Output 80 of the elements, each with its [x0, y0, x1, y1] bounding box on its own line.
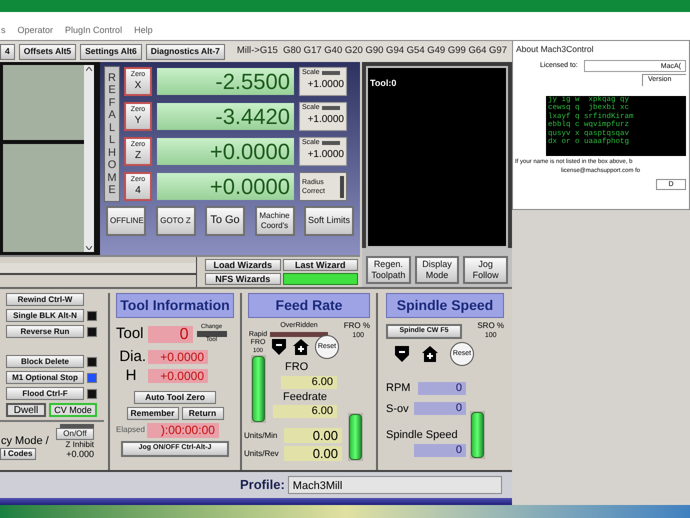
wizard-button[interactable] [282, 273, 358, 285]
units-per-min-label: Units/Min [244, 430, 278, 442]
fro-label: FRO [285, 360, 310, 375]
scroll-up-icon[interactable] [86, 67, 92, 71]
overridden-led [270, 332, 328, 336]
rpm-field: 0 [418, 382, 466, 395]
units-per-rev-field: 0.00 [284, 446, 342, 461]
diameter-field: +0.0000 [148, 350, 208, 364]
control-button[interactable]: Rewind Ctrl-W [6, 293, 84, 306]
profile-label: Profile: [240, 476, 285, 494]
elapsed-time-field: ):00:00:00 [146, 422, 219, 438]
mdi-input-field[interactable] [0, 263, 196, 275]
spindle-speed-label: Spindle Speed [386, 428, 459, 443]
height-field: +0.0000 [148, 368, 208, 382]
change-tool-led [196, 331, 227, 338]
tab[interactable]: 4 [0, 44, 15, 60]
fro-field: 6.00 [281, 376, 337, 388]
tool-label: Tool [116, 324, 144, 344]
wizard-button[interactable]: Last Wizard [282, 259, 358, 271]
plus-house-icon[interactable] [422, 346, 438, 362]
modal-status-text: Mill->G15 G80 G17 G40 G20 G90 G94 G54 G49 G99 G64 G97 [236, 44, 507, 58]
z-inhibit-label: Z Inhibit [66, 440, 94, 449]
minus-arrow-icon[interactable] [394, 345, 410, 363]
axis-position-field: +0.0000 [157, 173, 294, 200]
feedrate-field: 6.00 [273, 405, 337, 418]
codes-button[interactable]: l Codes [0, 448, 36, 460]
feedrate-label: Feedrate [283, 390, 328, 404]
z-inhibit-led [60, 424, 94, 428]
units-per-min-field: 0.00 [284, 428, 342, 443]
units-per-rev-label: Units/Rev [244, 448, 280, 460]
toolpath-tool-label: Tool:0 [370, 78, 396, 88]
remember-button[interactable]: Remember [126, 406, 178, 420]
dialog-title: About Mach3Control [516, 43, 594, 56]
wizard-button[interactable]: Load Wizards [205, 259, 280, 271]
cv-mode-button[interactable]: CV Mode [49, 403, 97, 417]
profile-field: Mach3Mill [288, 476, 502, 494]
control-button[interactable]: Block Delete [6, 355, 84, 368]
dwell-button[interactable]: Dwell [6, 403, 46, 417]
control-button[interactable]: Flood Ctrl-F [6, 387, 84, 400]
scrollbar[interactable] [84, 65, 94, 252]
z-inhibit-value: +0.000 [66, 449, 94, 460]
spindle-override-field: 0 [414, 402, 466, 416]
tab[interactable]: Settings Alt6 [80, 44, 142, 60]
scroll-down-icon[interactable] [86, 246, 92, 250]
sro-percent-label: SRO % [477, 321, 504, 331]
panel-title: Feed Rate [248, 293, 370, 318]
axis-position-field: +0.0000 [157, 138, 294, 165]
auto-tool-zero-button[interactable]: Auto Tool Zero [134, 390, 216, 404]
fro-percent-label: FRO % [344, 321, 370, 331]
dro-button[interactable]: GOTO Z [156, 206, 196, 236]
mode-label: cy Mode / [1, 435, 50, 448]
dro-button[interactable]: Soft Limits [304, 206, 354, 236]
tab[interactable]: Diagnostics Alt-7 [146, 44, 225, 60]
spindle-speed-field: 0 [414, 444, 466, 456]
tab[interactable]: Offsets Alt5 [18, 44, 76, 60]
control-button[interactable]: M1 Optional Stop [6, 371, 84, 384]
tool-number-field: 0 [148, 326, 193, 343]
spindle-override-label: S-ov [386, 402, 410, 416]
toolpath-button[interactable]: Regen. Toolpath [366, 256, 411, 284]
axis-position-field: -3.4420 [157, 103, 294, 130]
toolpath-button[interactable]: Display Mode [414, 256, 460, 284]
panel-title: Tool Information [116, 293, 234, 318]
elapsed-label: Elapsed [116, 424, 145, 436]
rpm-label: RPM [386, 381, 412, 396]
control-button[interactable]: Single BLK Alt-N [6, 309, 84, 322]
minus-arrow-icon[interactable] [271, 338, 287, 356]
dro-button[interactable]: Machine Coord's [254, 206, 294, 236]
control-button[interactable]: Reverse Run [6, 325, 84, 338]
return-button[interactable]: Return [182, 406, 224, 420]
dro-button[interactable]: OFFLINE [106, 206, 146, 236]
dro-button[interactable]: To Go [205, 206, 245, 236]
ref-all-home-button[interactable]: REFALLHOME [104, 66, 120, 202]
on-off-button[interactable]: On/Off [56, 428, 94, 440]
toolpath-button[interactable]: Jog Follow [463, 256, 508, 284]
panel-title: Spindle Speed [386, 293, 504, 318]
wizard-button[interactable]: NFS Wizards [205, 273, 280, 285]
dia-label: Dia. [118, 348, 146, 364]
h-label: H [124, 368, 138, 384]
plus-house-icon[interactable] [293, 339, 309, 355]
axis-position-field: -2.5500 [157, 68, 294, 95]
